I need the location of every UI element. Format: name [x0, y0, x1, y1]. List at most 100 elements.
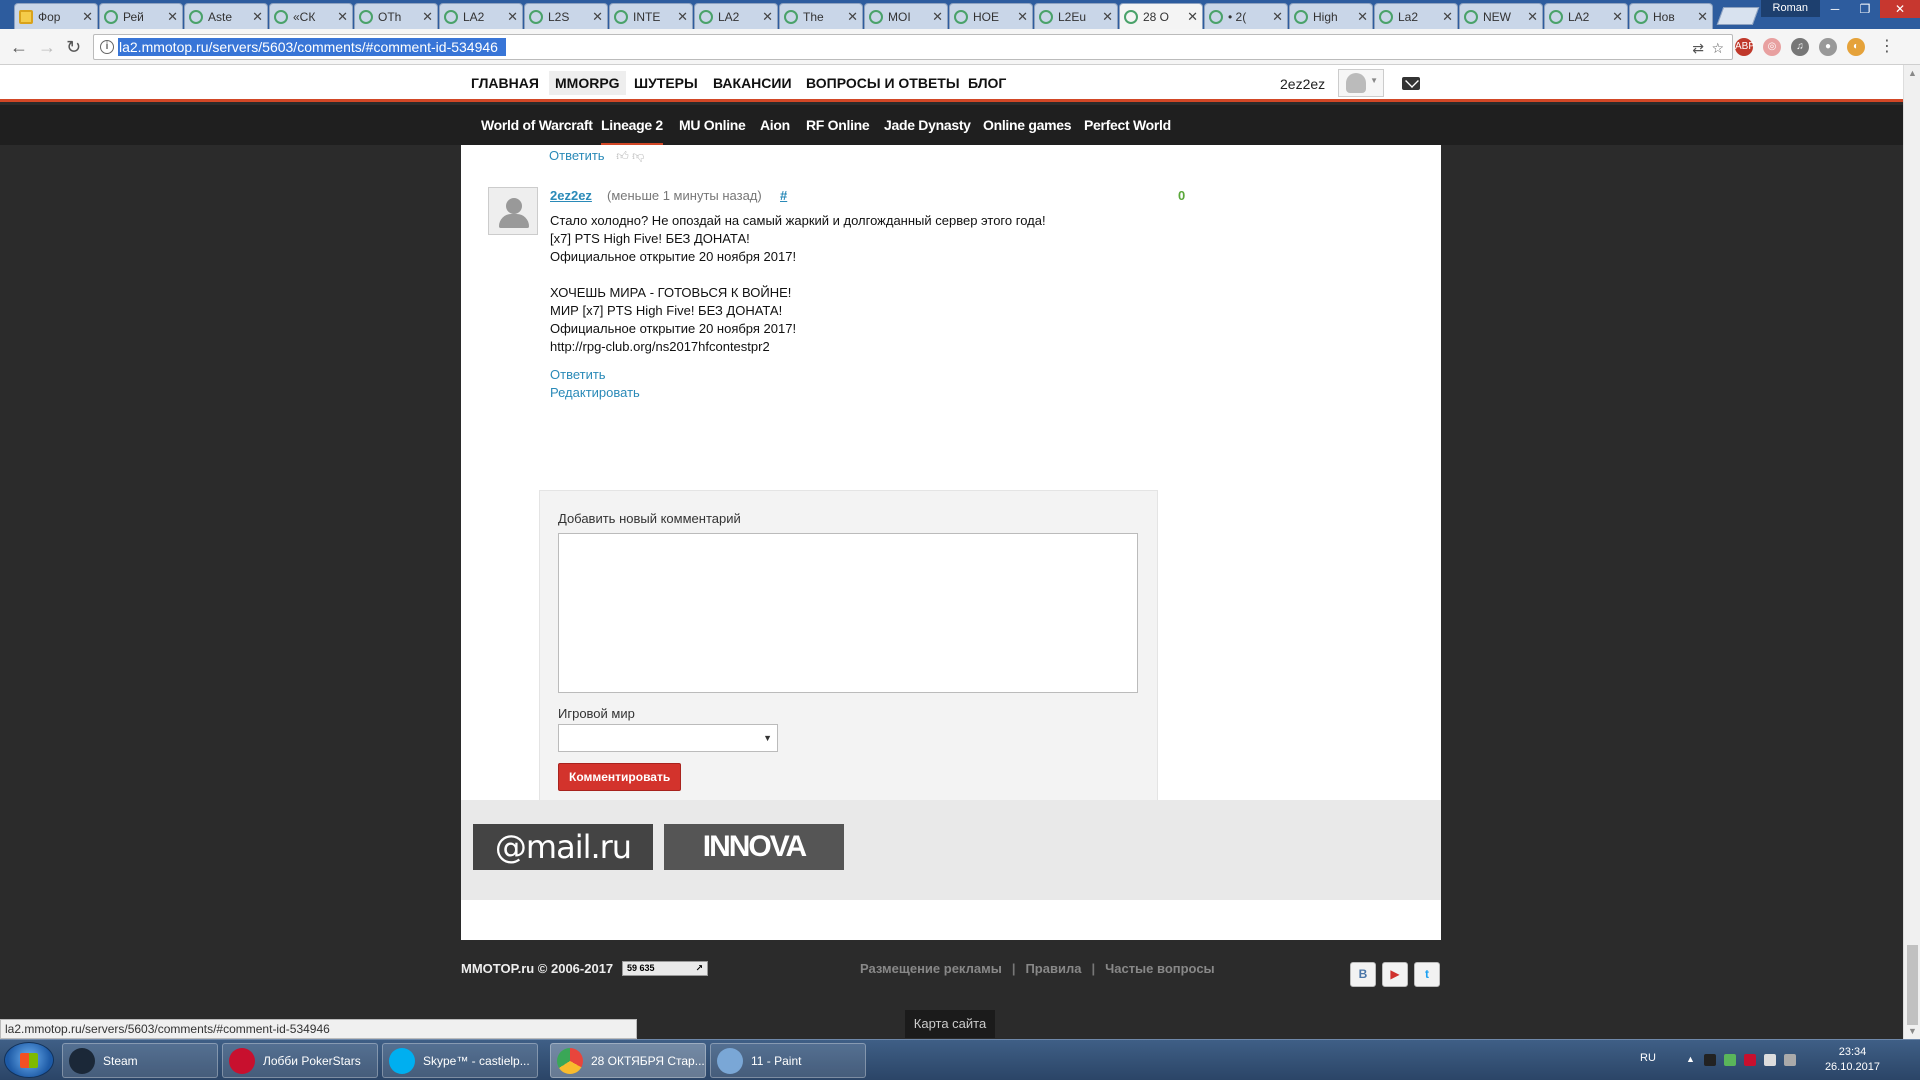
- browser-tab[interactable]: МОІ ✕: [864, 3, 948, 29]
- address-bar[interactable]: i ⇄ ☆: [93, 34, 1733, 60]
- close-icon[interactable]: ✕: [1697, 9, 1708, 25]
- browser-tab[interactable]: Aste ✕: [184, 3, 268, 29]
- game-nav-item[interactable]: MU Online: [679, 117, 746, 133]
- tray-app-icon[interactable]: [1744, 1054, 1756, 1066]
- scroll-up-icon[interactable]: ▲: [1908, 68, 1917, 78]
- close-icon[interactable]: ✕: [847, 9, 858, 25]
- browser-tab[interactable]: The ✕: [779, 3, 863, 29]
- game-nav-item-active[interactable]: Lineage 2: [601, 117, 663, 146]
- nav-mmorpg[interactable]: MMORPG: [549, 71, 626, 95]
- scroll-down-icon[interactable]: ▼: [1908, 1026, 1917, 1036]
- game-nav-item[interactable]: Online games: [983, 117, 1072, 133]
- music-extension-icon[interactable]: ♫: [1791, 38, 1809, 56]
- comment-anchor-link[interactable]: #: [780, 188, 787, 203]
- close-icon[interactable]: ✕: [507, 9, 518, 25]
- close-icon[interactable]: ✕: [1187, 9, 1198, 25]
- user-name[interactable]: 2ez2ez: [1280, 76, 1325, 92]
- window-profile-name[interactable]: Roman: [1760, 0, 1820, 17]
- new-tab-button[interactable]: [1716, 7, 1760, 25]
- sitemap-button[interactable]: Карта сайта: [905, 1010, 995, 1038]
- game-nav-item[interactable]: Aion: [760, 117, 790, 133]
- footer-link-faq[interactable]: Частые вопросы: [1105, 961, 1215, 976]
- extension-icon[interactable]: ◐: [1847, 38, 1865, 56]
- youtube-icon[interactable]: ▶: [1382, 962, 1408, 987]
- nav-shooters[interactable]: ШУТЕРЫ: [634, 75, 698, 91]
- footer-link-ads[interactable]: Размещение рекламы: [860, 961, 1002, 976]
- browser-tab[interactable]: Нов ✕: [1629, 3, 1713, 29]
- browser-tab[interactable]: LA2 ✕: [439, 3, 523, 29]
- mailru-logo[interactable]: @mail.ru: [473, 824, 653, 870]
- nav-qa[interactable]: ВОПРОСЫ И ОТВЕТЫ: [806, 75, 960, 91]
- browser-tab[interactable]: LA2 ✕: [1544, 3, 1628, 29]
- extension-icon[interactable]: ●: [1819, 38, 1837, 56]
- browser-tab[interactable]: Фор ✕: [14, 3, 98, 29]
- browser-tab[interactable]: • 2(✕: [1204, 3, 1288, 29]
- close-icon[interactable]: ✕: [1272, 9, 1283, 25]
- edit-link[interactable]: Редактировать: [550, 385, 640, 400]
- reply-link[interactable]: Ответить: [550, 367, 606, 382]
- taskbar-item-steam[interactable]: Steam: [62, 1043, 218, 1078]
- taskbar-item-paint[interactable]: 11 - Paint: [710, 1043, 866, 1078]
- back-arrow-icon[interactable]: ←: [10, 37, 28, 57]
- close-icon[interactable]: ✕: [1527, 9, 1538, 25]
- close-icon[interactable]: ✕: [592, 9, 603, 25]
- close-icon[interactable]: ✕: [82, 9, 93, 25]
- extension-icon[interactable]: ◎: [1763, 38, 1781, 56]
- world-select[interactable]: ▼: [558, 724, 778, 752]
- close-icon[interactable]: ✕: [762, 9, 773, 25]
- close-icon[interactable]: ✕: [422, 9, 433, 25]
- browser-tab[interactable]: Рей ✕: [99, 3, 183, 29]
- page-scrollbar[interactable]: ▲ ▼: [1903, 65, 1920, 1039]
- translate-icon[interactable]: ⇄: [1692, 40, 1704, 57]
- close-icon[interactable]: ✕: [337, 9, 348, 25]
- browser-tab[interactable]: ОТh ✕: [354, 3, 438, 29]
- game-nav-item[interactable]: World of Warcraft: [481, 117, 593, 133]
- taskbar-item-chrome[interactable]: 28 ОКТЯБРЯ Стар...: [550, 1043, 706, 1078]
- game-nav-item[interactable]: Perfect World: [1084, 117, 1171, 133]
- close-icon[interactable]: ✕: [1612, 9, 1623, 25]
- browser-tab[interactable]: La2 ✕: [1374, 3, 1458, 29]
- close-icon[interactable]: ✕: [252, 9, 263, 25]
- browser-tab[interactable]: High ✕: [1289, 3, 1373, 29]
- browser-tab[interactable]: LA2 ✕: [694, 3, 778, 29]
- browser-tab[interactable]: L2Eu ✕: [1034, 3, 1118, 29]
- visit-counter[interactable]: 59 635 ↗: [622, 961, 708, 976]
- window-close-icon[interactable]: ✕: [1880, 0, 1920, 18]
- game-nav-item[interactable]: Jade Dynasty: [884, 117, 971, 133]
- browser-tab[interactable]: НОЕ ✕: [949, 3, 1033, 29]
- vote-thumbs-icon[interactable]: 👍︎ 👎︎: [616, 149, 644, 164]
- submit-comment-button[interactable]: Комментировать: [558, 763, 682, 791]
- volume-icon[interactable]: [1764, 1054, 1776, 1066]
- menu-icon[interactable]: ⋮: [1878, 38, 1896, 56]
- tray-expand-icon[interactable]: ▲: [1686, 1054, 1698, 1066]
- adblock-icon[interactable]: ABP: [1735, 38, 1755, 56]
- twitter-icon[interactable]: t: [1414, 962, 1440, 987]
- browser-tab-active[interactable]: 28 О ✕: [1119, 3, 1203, 29]
- close-icon[interactable]: ✕: [932, 9, 943, 25]
- site-info-icon[interactable]: i: [100, 40, 114, 54]
- close-icon[interactable]: ✕: [1102, 9, 1113, 25]
- close-icon[interactable]: ✕: [1442, 9, 1453, 25]
- start-button[interactable]: [4, 1042, 54, 1078]
- close-icon[interactable]: ✕: [1017, 9, 1028, 25]
- close-icon[interactable]: ✕: [677, 9, 688, 25]
- vk-icon[interactable]: B: [1350, 962, 1376, 987]
- taskbar-item-pokerstars[interactable]: Лобби PokerStars: [222, 1043, 378, 1078]
- browser-tab[interactable]: L2S ✕: [524, 3, 608, 29]
- reply-link[interactable]: Ответить: [549, 148, 605, 163]
- steam-tray-icon[interactable]: [1704, 1054, 1716, 1066]
- bookmark-star-icon[interactable]: ☆: [1711, 40, 1724, 57]
- nav-blog[interactable]: БЛОГ: [968, 75, 1006, 91]
- language-indicator[interactable]: RU: [1640, 1052, 1656, 1064]
- comment-textarea[interactable]: [558, 533, 1138, 693]
- browser-tab[interactable]: «СК ✕: [269, 3, 353, 29]
- reload-icon[interactable]: ↻: [66, 37, 81, 57]
- comment-author[interactable]: 2ez2ez: [550, 188, 592, 203]
- restore-icon[interactable]: ❐: [1850, 0, 1880, 18]
- game-nav-item[interactable]: RF Online: [806, 117, 870, 133]
- footer-link-rules[interactable]: Правила: [1025, 961, 1081, 976]
- minimize-icon[interactable]: ─: [1820, 0, 1850, 18]
- mail-icon[interactable]: [1402, 77, 1420, 90]
- close-icon[interactable]: ✕: [167, 9, 178, 25]
- tray-app-icon[interactable]: [1724, 1054, 1736, 1066]
